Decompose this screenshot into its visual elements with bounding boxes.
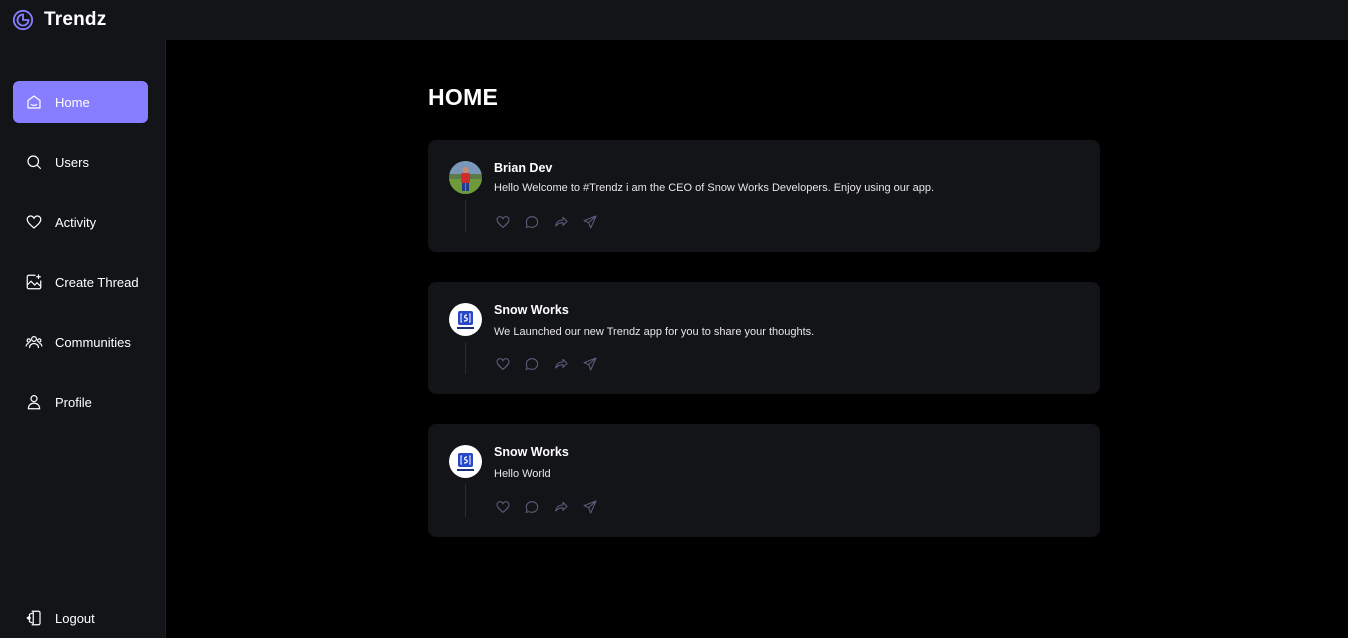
- thread-author[interactable]: Snow Works: [494, 445, 569, 459]
- thread-line: [465, 484, 466, 517]
- share-icon[interactable]: [582, 356, 598, 372]
- avatar-photo: [449, 161, 482, 194]
- thread-content: We Launched our new Trendz app for you t…: [494, 326, 815, 338]
- repost-icon[interactable]: [553, 214, 569, 230]
- sidebar-item-label: Users: [55, 154, 89, 170]
- avatar[interactable]: [449, 161, 482, 194]
- page-title: HOME: [428, 84, 499, 110]
- communities-icon: [25, 336, 43, 349]
- logo[interactable]: Trendz: [12, 9, 106, 31]
- repost-icon[interactable]: [553, 356, 569, 372]
- reply-icon[interactable]: [524, 356, 540, 372]
- topbar: Trendz: [0, 0, 1348, 40]
- sidebar-item-users[interactable]: Users: [13, 141, 148, 183]
- thread-content: Hello Welcome to #Trendz i am the CEO of…: [494, 182, 934, 194]
- sidebar-item-label: Create Thread: [55, 274, 139, 290]
- avatar[interactable]: [449, 445, 482, 478]
- thread-actions: [495, 499, 598, 515]
- avatar[interactable]: [449, 303, 482, 336]
- thread-card: Brian Dev Hello Welcome to #Trendz i am …: [428, 140, 1100, 252]
- snow-works-logo: [457, 453, 474, 471]
- like-heart-icon[interactable]: [495, 356, 511, 372]
- sidebar-item-label: Communities: [55, 334, 131, 350]
- thread-card: Snow Works We Launched our new Trendz ap…: [428, 282, 1100, 394]
- sidebar-item-label: Activity: [55, 214, 97, 230]
- app-name: Trendz: [44, 9, 107, 30]
- share-icon[interactable]: [582, 499, 598, 515]
- thread-author[interactable]: Brian Dev: [494, 161, 552, 175]
- thread-line: [465, 342, 466, 374]
- sidebar-item-communities[interactable]: Communities: [13, 321, 148, 363]
- sidebar-item-create-thread[interactable]: Create Thread: [13, 261, 148, 303]
- left-sidebar: Home Users Activity Create Thread Commun…: [0, 40, 166, 638]
- repost-icon[interactable]: [553, 499, 569, 515]
- like-heart-icon[interactable]: [495, 214, 511, 230]
- sidebar-item-label: Home: [55, 94, 90, 110]
- sidebar-item-label: Profile: [55, 394, 92, 410]
- thread-actions: [495, 356, 598, 372]
- thread-card: Snow Works Hello World: [428, 424, 1100, 537]
- heart-icon: [26, 215, 42, 229]
- thread-line: [465, 200, 466, 232]
- reply-icon[interactable]: [524, 499, 540, 515]
- reply-icon[interactable]: [524, 214, 540, 230]
- sidebar-item-activity[interactable]: Activity: [13, 201, 148, 243]
- logout-label: Logout: [55, 610, 95, 626]
- home-icon: [27, 95, 41, 109]
- like-heart-icon[interactable]: [495, 499, 511, 515]
- logout-icon: [26, 610, 41, 626]
- user-icon: [27, 395, 41, 410]
- snow-works-logo: [457, 311, 474, 329]
- logout-button[interactable]: Logout: [13, 597, 95, 638]
- thread-author[interactable]: Snow Works: [494, 303, 569, 317]
- sidebar-item-home[interactable]: Home: [13, 81, 148, 123]
- sidebar-item-profile[interactable]: Profile: [13, 381, 148, 423]
- thread-content: Hello World: [494, 468, 551, 480]
- create-thread-icon: [26, 274, 42, 290]
- thread-actions: [495, 214, 598, 230]
- search-icon: [27, 155, 42, 170]
- share-icon[interactable]: [582, 214, 598, 230]
- logo-icon: [12, 9, 34, 31]
